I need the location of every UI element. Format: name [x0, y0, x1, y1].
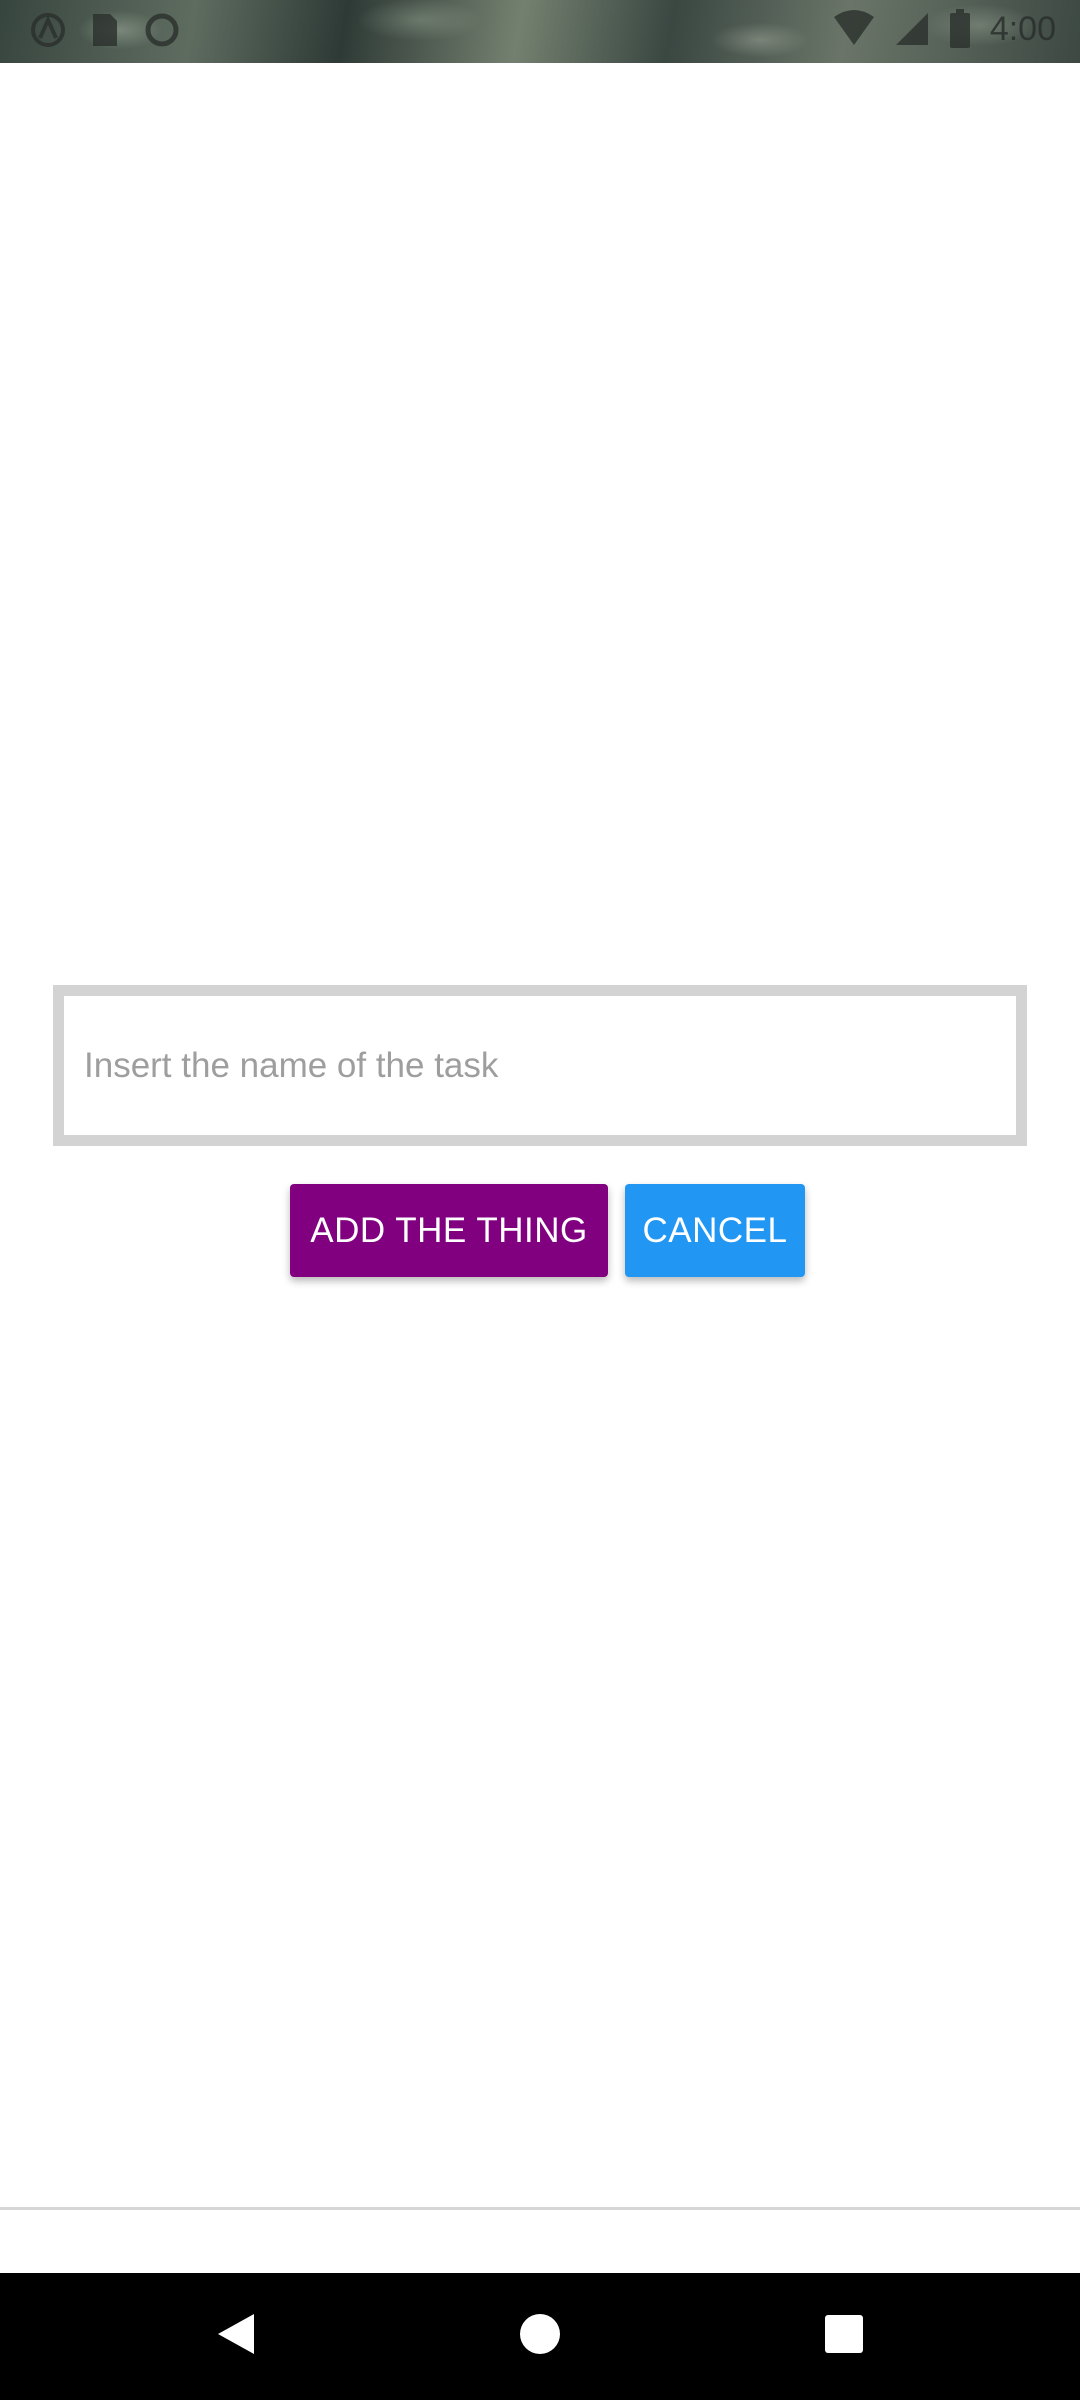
task-name-input[interactable] [64, 996, 1016, 1135]
home-button[interactable] [470, 2273, 610, 2400]
status-right-icons: 4:00 [832, 8, 1056, 50]
task-name-field-frame [53, 985, 1027, 1146]
back-icon [214, 2310, 258, 2363]
status-time: 4:00 [989, 9, 1056, 48]
signal-icon [894, 9, 930, 49]
home-icon [518, 2312, 562, 2361]
status-bar: 4:00 [0, 0, 1080, 63]
recents-icon [824, 2314, 864, 2359]
back-button[interactable] [166, 2273, 306, 2400]
battery-icon [948, 8, 972, 50]
sim-card-icon [90, 10, 120, 50]
recents-button[interactable] [774, 2273, 914, 2400]
alert-icon [28, 10, 68, 50]
sync-circle-icon [142, 10, 182, 50]
cancel-button[interactable]: CANCEL [625, 1184, 805, 1277]
app-screen: 4:00 ADD THE THING CANCEL [0, 0, 1080, 2400]
status-left-icons [28, 10, 182, 50]
wifi-icon [832, 9, 876, 49]
add-task-button[interactable]: ADD THE THING [290, 1184, 608, 1277]
bottom-divider [0, 2207, 1080, 2210]
system-navigation-bar [0, 2273, 1080, 2400]
